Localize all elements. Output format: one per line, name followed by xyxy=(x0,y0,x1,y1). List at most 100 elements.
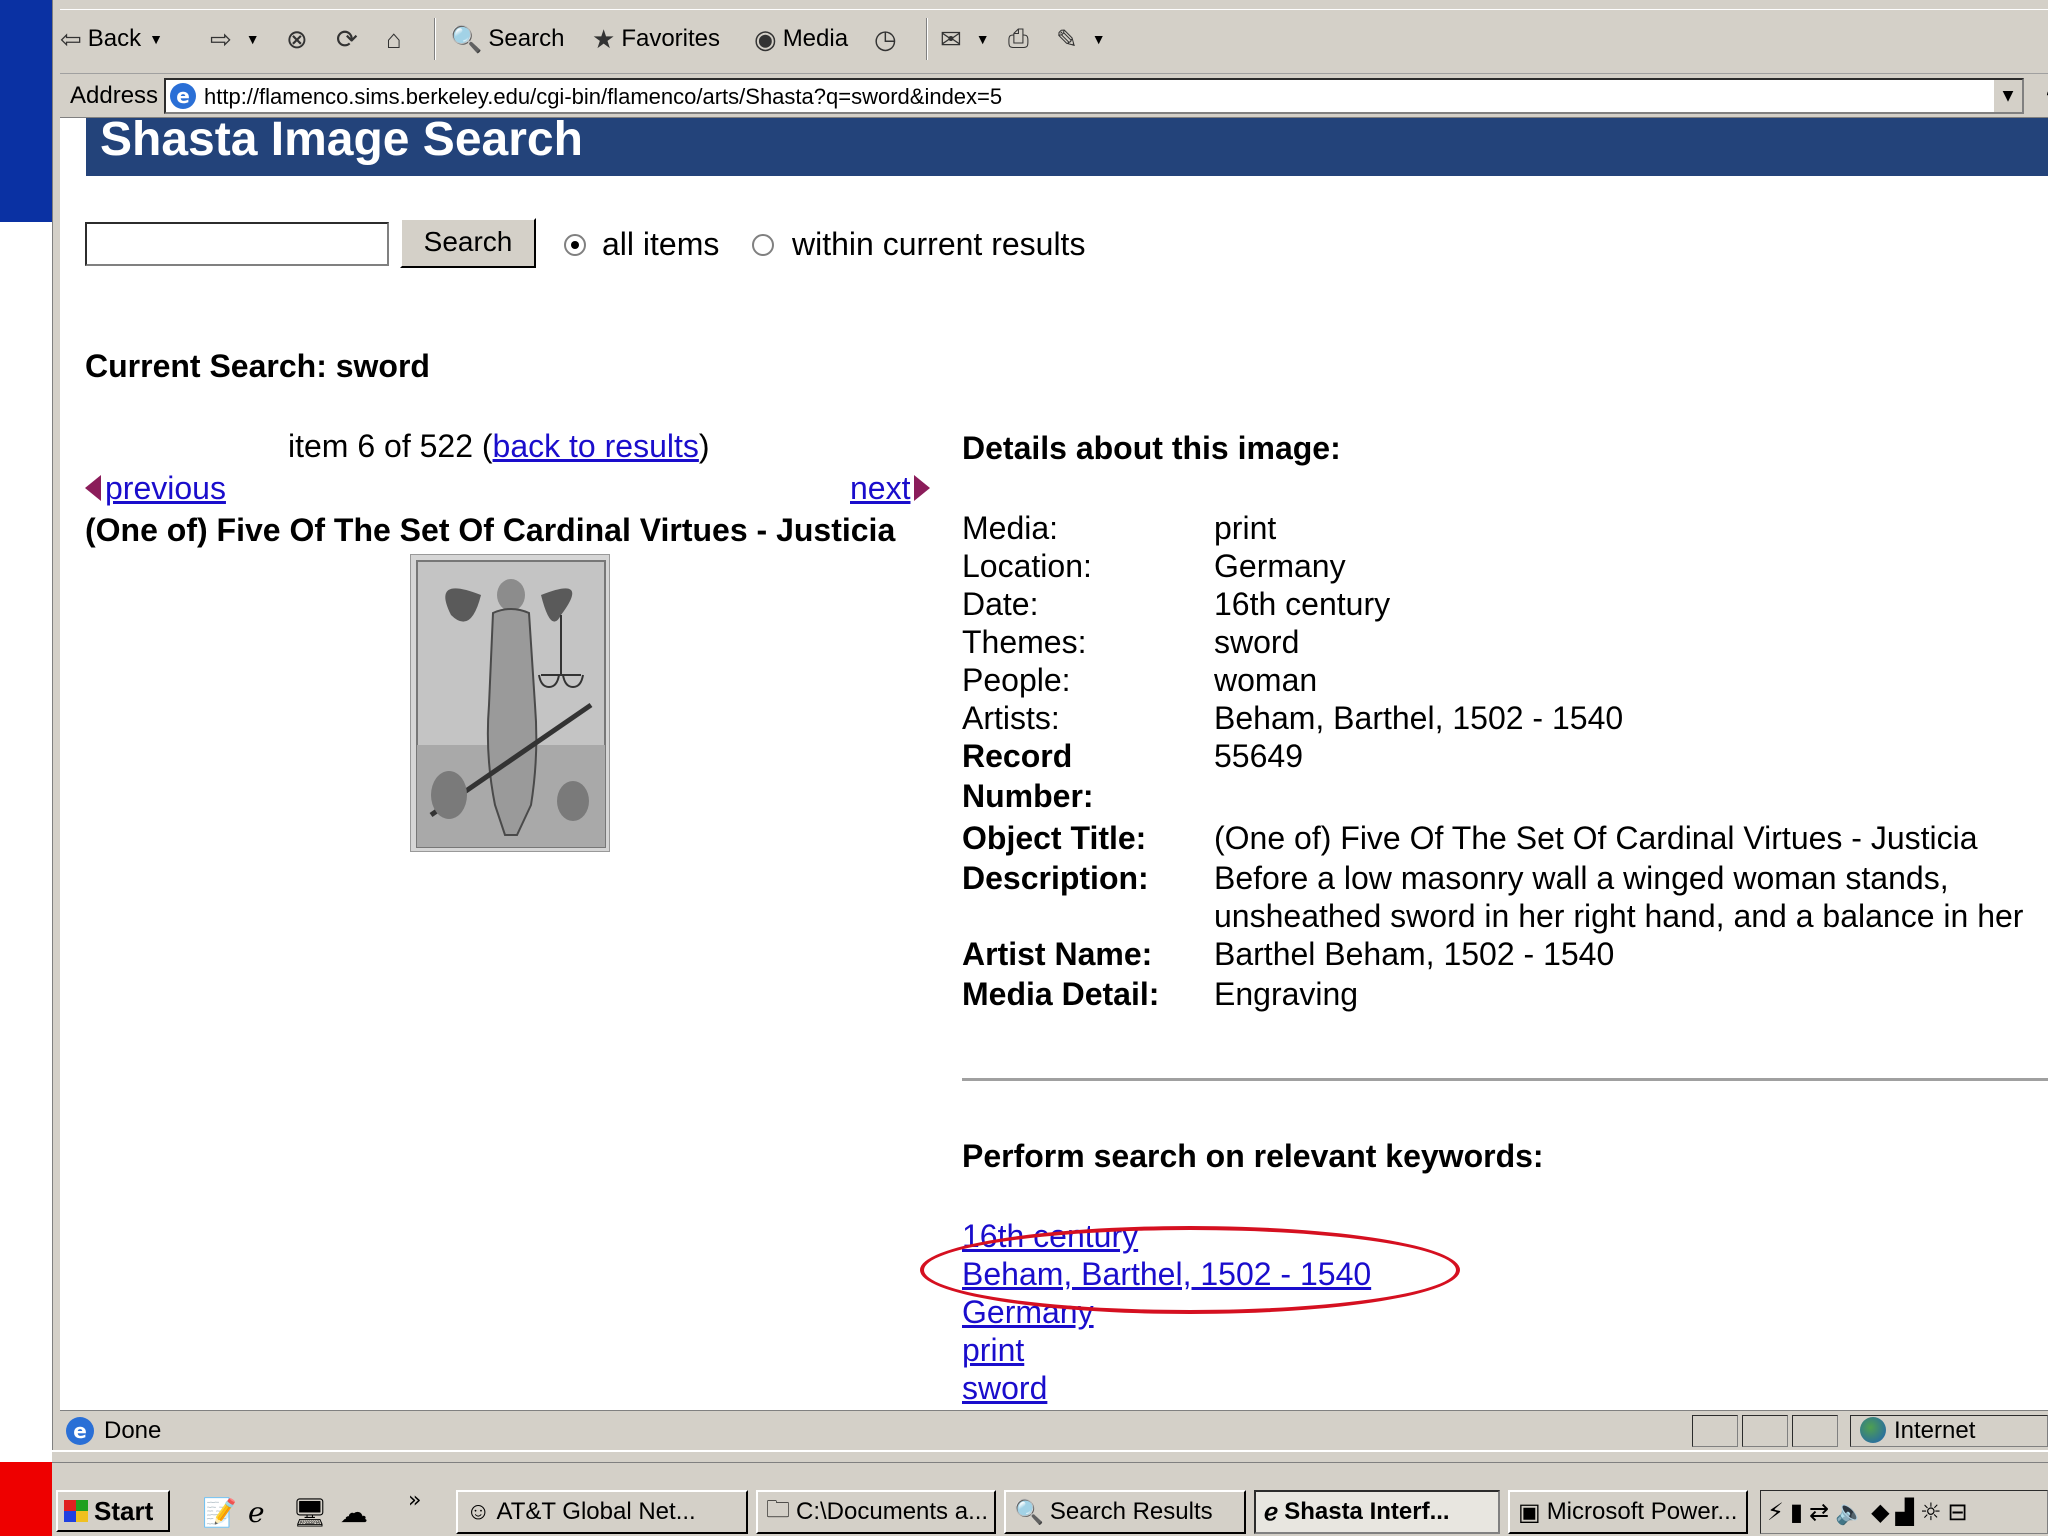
edit-icon: ✎ xyxy=(1056,23,1078,54)
current-search: Current Search: sword xyxy=(85,348,430,384)
media-button[interactable]: ◉ Media xyxy=(754,20,848,58)
page-viewport: Shasta Image Search Search all items wit… xyxy=(60,118,2048,1410)
home-button[interactable]: ⌂ xyxy=(386,20,408,58)
artwork-thumbnail[interactable] xyxy=(410,554,610,852)
keyword-link-germany[interactable]: Germany xyxy=(962,1294,1094,1331)
system-tray: ⚡ ▮ ⇄ 🔈 ◆ ▟ ☼ ⊟ xyxy=(1760,1490,2048,1534)
detail-value: Engraving xyxy=(1214,976,1359,1012)
chevron-down-icon[interactable]: ▼ xyxy=(149,31,163,47)
chevron-down-icon[interactable]: ▼ xyxy=(246,31,260,47)
taskbar-item-att[interactable]: ☺ AT&T Global Net... xyxy=(456,1490,748,1534)
radio-within-results-label: within current results xyxy=(792,226,1086,262)
ie-page-icon: e xyxy=(66,1417,94,1445)
keyword-link-sword[interactable]: sword xyxy=(962,1370,1047,1407)
item-count-text-end: ) xyxy=(698,428,710,464)
att-icon: ☺ xyxy=(466,1498,491,1525)
detail-key: Location: xyxy=(962,548,1092,584)
search-button[interactable]: Search xyxy=(400,218,536,268)
next-link[interactable]: next xyxy=(850,470,931,507)
page-title: Shasta Image Search xyxy=(100,118,583,166)
item-counter: item 6 of 522 (back to results) xyxy=(288,428,710,465)
engraving-image xyxy=(411,555,609,851)
start-button[interactable]: Start xyxy=(56,1490,170,1532)
start-label: Start xyxy=(94,1495,154,1526)
next-label[interactable]: next xyxy=(850,470,910,506)
back-arrow-icon: ⇦ xyxy=(60,23,82,54)
windows-logo-icon xyxy=(64,1500,88,1522)
network-icon[interactable]: ⇄ xyxy=(1809,1498,1829,1526)
search-toolbar-button[interactable]: 🔍 Search xyxy=(450,20,564,58)
taskbar-item-powerpoint[interactable]: ▣ Microsoft Power... xyxy=(1508,1490,1748,1534)
tray-misc-icon[interactable]: ☼ xyxy=(1920,1498,1942,1526)
power-icon[interactable]: ⚡ xyxy=(1767,1498,1784,1526)
chevron-down-icon[interactable]: ▼ xyxy=(1092,31,1106,47)
arrow-right-icon xyxy=(914,475,931,501)
previous-label[interactable]: previous xyxy=(105,470,226,506)
chevron-down-icon[interactable]: ▼ xyxy=(1992,80,2022,112)
notepad-icon[interactable]: 📝 xyxy=(202,1496,237,1529)
favorites-icon: ★ xyxy=(592,23,616,54)
window-border xyxy=(52,0,60,1536)
battery-icon[interactable]: ▮ xyxy=(1790,1498,1803,1526)
toolbar-top-line xyxy=(60,0,2048,10)
chevron-right-icon[interactable]: » xyxy=(408,1488,421,1513)
forward-button[interactable]: ⇨ ▼ xyxy=(210,20,260,58)
radio-within-results[interactable] xyxy=(752,234,774,256)
detail-value-line2: unsheathed sword in her right hand, and … xyxy=(1214,898,2024,934)
detail-value: (One of) Five Of The Set Of Cardinal Vir… xyxy=(1214,820,1978,856)
refresh-icon: ⟳ xyxy=(336,23,358,54)
search-icon: 🔍 xyxy=(1014,1498,1044,1526)
detail-value: sword xyxy=(1214,624,1300,660)
taskbar-item-search-results[interactable]: 🔍 Search Results xyxy=(1004,1490,1246,1534)
task-label: Search Results xyxy=(1049,1498,1213,1525)
back-button[interactable]: ⇦ Back ▼ xyxy=(60,20,163,58)
back-to-results-link[interactable]: back to results xyxy=(493,428,699,464)
media-icon: ◉ xyxy=(754,23,777,54)
ie-icon[interactable]: ℯ xyxy=(248,1496,265,1529)
history-icon: ◷ xyxy=(874,23,897,54)
forward-arrow-icon: ⇨ xyxy=(210,23,232,54)
signal-icon[interactable]: ▟ xyxy=(1896,1498,1914,1526)
chevron-down-icon[interactable]: ▼ xyxy=(976,31,990,47)
task-label: Shasta Interf... xyxy=(1284,1498,1450,1525)
keyword-link-16th-century[interactable]: 16th century xyxy=(962,1218,1138,1255)
stop-icon: ⊗ xyxy=(286,23,308,54)
history-button[interactable]: ◷ xyxy=(874,20,903,58)
tray-app-icon[interactable]: ◆ xyxy=(1871,1498,1889,1526)
desktop-icon[interactable]: 🖥 xyxy=(292,1496,328,1529)
mail-icon: ✉ xyxy=(940,23,962,54)
detail-key: Media Detail: xyxy=(962,976,1160,1012)
browser-toolbar: ⇦ Back ▼ ⇨ ▼ ⊗ ⟳ ⌂ 🔍 Search ★ Favorites … xyxy=(60,0,2048,74)
radio-all-items[interactable] xyxy=(564,234,586,256)
detail-key: Record xyxy=(962,738,1073,774)
slide-accent-blue xyxy=(0,0,52,222)
refresh-button[interactable]: ⟳ xyxy=(336,20,364,58)
stop-button[interactable]: ⊗ xyxy=(286,20,314,58)
detail-key: Description: xyxy=(962,860,1149,896)
keywords-heading: Perform search on relevant keywords: xyxy=(962,1138,1544,1174)
detail-key: Media: xyxy=(962,510,1059,546)
tray-network-icon[interactable]: ⊟ xyxy=(1948,1498,1968,1526)
messenger-icon[interactable]: ☁ xyxy=(340,1496,368,1529)
keyword-link-beham-barthel[interactable]: Beham, Barthel, 1502 - 1540 xyxy=(962,1256,1371,1293)
address-input[interactable]: e http://flamenco.sims.berkeley.edu/cgi-… xyxy=(164,78,2024,114)
radio-all-items-label: all items xyxy=(602,226,720,262)
taskbar-item-documents[interactable]: 🗀 C:\Documents a... xyxy=(756,1490,996,1534)
taskbar-item-shasta[interactable]: ℯ Shasta Interf... xyxy=(1254,1490,1500,1534)
back-label: Back xyxy=(87,25,142,52)
print-button[interactable]: ⎙ xyxy=(1008,20,1035,58)
status-cell xyxy=(1742,1415,1788,1447)
mail-button[interactable]: ✉ ▼ xyxy=(940,20,990,58)
previous-link[interactable]: previous xyxy=(85,470,226,507)
item-title: (One of) Five Of The Set Of Cardinal Vir… xyxy=(85,512,896,548)
detail-key: Artists: xyxy=(962,700,1060,736)
favorites-button[interactable]: ★ Favorites xyxy=(592,20,720,58)
address-url: http://flamenco.sims.berkeley.edu/cgi-bi… xyxy=(204,84,1003,109)
volume-icon[interactable]: 🔈 xyxy=(1835,1498,1865,1526)
toolbar-separator xyxy=(434,18,436,60)
keyword-link-print[interactable]: print xyxy=(962,1332,1024,1369)
detail-key: People: xyxy=(962,662,1071,698)
edit-button[interactable]: ✎ ▼ xyxy=(1056,20,1106,58)
search-input[interactable] xyxy=(85,222,389,266)
status-cell xyxy=(1792,1415,1838,1447)
